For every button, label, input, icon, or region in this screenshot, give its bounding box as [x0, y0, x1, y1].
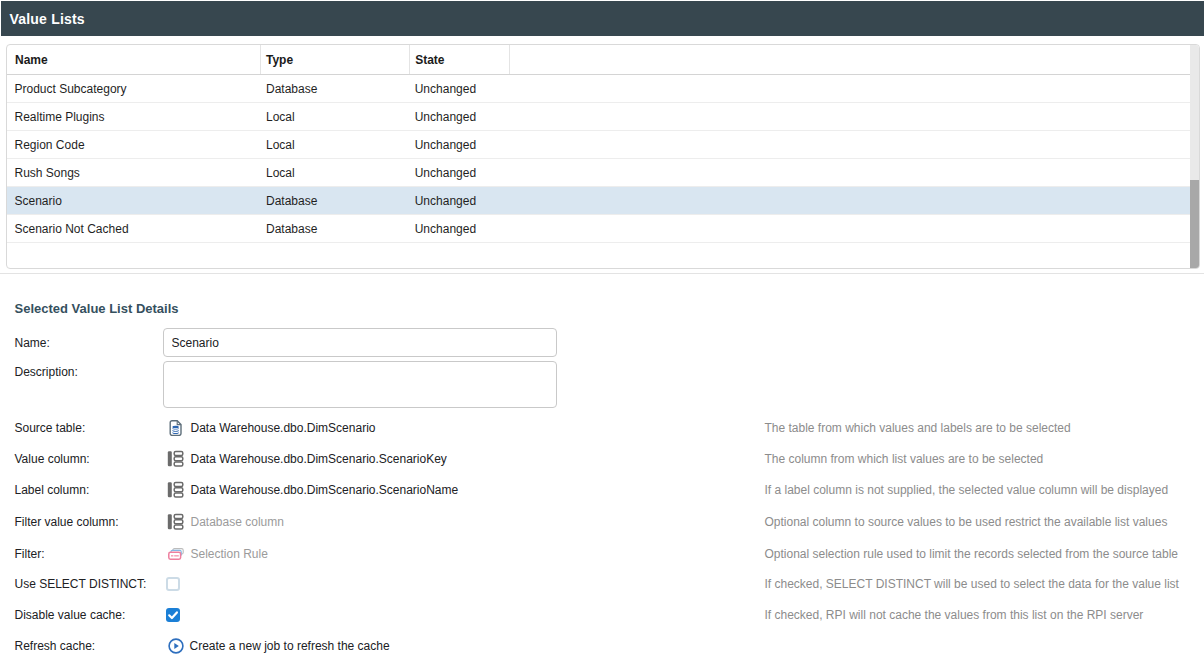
select-distinct-checkbox[interactable] — [166, 577, 180, 591]
form-row-refresh-cache: Refresh cache: Create a new job to refre… — [15, 630, 1204, 661]
table-row[interactable]: Product Subcategory Database Unchanged — [7, 75, 1199, 103]
details-heading: Selected Value List Details — [15, 302, 1204, 316]
cell-name: Realtime Plugins — [7, 103, 260, 130]
column-header-state[interactable]: State — [409, 45, 510, 74]
filter-value-column-help: Optional column to source values to be u… — [765, 515, 1168, 529]
cell-state: Unchanged — [409, 187, 510, 214]
cell-state: Unchanged — [409, 103, 510, 130]
filter-label: Filter: — [15, 547, 163, 561]
label-column-picker[interactable]: Data Warehouse.dbo.DimScenario.ScenarioN… — [163, 481, 765, 498]
table-row[interactable]: Rush Songs Local Unchanged — [7, 159, 1199, 187]
form-row-filter-value-column: Filter value column: Database column Opt… — [15, 506, 1204, 537]
description-label: Description: — [15, 365, 163, 379]
filter-picker[interactable]: Selection Rule — [163, 547, 765, 561]
filter-placeholder: Selection Rule — [191, 547, 268, 561]
name-input[interactable] — [163, 328, 557, 357]
play-circle-icon — [167, 638, 185, 654]
form-row-disable-value-cache: Disable value cache: If checked, RPI wil… — [15, 599, 1204, 630]
description-textarea[interactable] — [163, 361, 557, 408]
column-header-type[interactable]: Type — [260, 45, 409, 74]
panel-title: Value Lists — [10, 11, 85, 27]
table-body: Product Subcategory Database Unchanged R… — [7, 75, 1199, 243]
select-distinct-help: If checked, SELECT DISTINCT will be used… — [765, 577, 1179, 591]
refresh-cache-label: Refresh cache: — [15, 639, 163, 653]
cell-name: Scenario Not Cached — [7, 215, 260, 242]
value-column-value: Data Warehouse.dbo.DimScenario.ScenarioK… — [191, 452, 447, 466]
database-column-icon — [167, 450, 185, 467]
cell-name: Rush Songs — [7, 159, 260, 186]
database-column-icon — [167, 513, 185, 530]
cell-state: Unchanged — [409, 215, 510, 242]
label-column-label: Label column: — [15, 483, 163, 497]
scrollbar-thumb[interactable] — [1190, 180, 1199, 268]
cell-type: Database — [260, 187, 409, 214]
form-row-name: Name: — [15, 328, 1204, 357]
disable-value-cache-label: Disable value cache: — [15, 608, 163, 622]
disable-value-cache-help: If checked, RPI will not cache the value… — [765, 608, 1144, 622]
cell-name: Scenario — [7, 187, 260, 214]
source-table-help: The table from which values and labels a… — [765, 421, 1071, 435]
cell-type: Local — [260, 159, 409, 186]
filter-help: Optional selection rule used to limit th… — [765, 547, 1179, 561]
filter-value-column-placeholder: Database column — [191, 515, 284, 529]
table-header-row: Name Type State — [7, 45, 1199, 75]
label-column-help: If a label column is not supplied, the s… — [765, 483, 1169, 497]
cell-type: Database — [260, 75, 409, 102]
refresh-cache-link[interactable]: Create a new job to refresh the cache — [163, 638, 765, 654]
source-table-label: Source table: — [15, 421, 163, 435]
cell-type: Database — [260, 215, 409, 242]
table-row[interactable]: Region Code Local Unchanged — [7, 131, 1199, 159]
selection-rule-icon — [167, 548, 185, 560]
cell-state: Unchanged — [409, 159, 510, 186]
cell-state: Unchanged — [409, 75, 510, 102]
table-row[interactable]: Realtime Plugins Local Unchanged — [7, 103, 1199, 131]
filter-value-column-picker[interactable]: Database column — [163, 513, 765, 530]
select-distinct-label: Use SELECT DISTINCT: — [15, 577, 163, 591]
source-table-picker[interactable]: Data Warehouse.dbo.DimScenario — [163, 420, 765, 436]
form-row-label-column: Label column: Data Warehouse.dbo.DimScen… — [15, 474, 1204, 505]
panel-title-bar: Value Lists — [1, 1, 1204, 36]
value-lists-table: Name Type State Product Subcategory Data… — [6, 44, 1200, 269]
table-row-selected[interactable]: Scenario Database Unchanged — [7, 187, 1199, 215]
disable-value-cache-checkbox[interactable] — [166, 608, 180, 622]
section-divider — [0, 273, 1204, 274]
cell-type: Local — [260, 131, 409, 158]
filter-value-column-label: Filter value column: — [15, 515, 163, 529]
value-column-label: Value column: — [15, 452, 163, 466]
column-header-filler — [509, 45, 1199, 74]
value-column-picker[interactable]: Data Warehouse.dbo.DimScenario.ScenarioK… — [163, 450, 765, 467]
value-column-help: The column from which list values are to… — [765, 452, 1044, 466]
cell-type: Local — [260, 103, 409, 130]
table-row[interactable]: Scenario Not Cached Database Unchanged — [7, 215, 1199, 243]
selected-value-list-details: Selected Value List Details Name: Descri… — [15, 302, 1204, 661]
name-label: Name: — [15, 336, 163, 350]
cell-name: Product Subcategory — [7, 75, 260, 102]
source-table-value: Data Warehouse.dbo.DimScenario — [191, 421, 376, 435]
label-column-value: Data Warehouse.dbo.DimScenario.ScenarioN… — [191, 483, 459, 497]
database-table-icon — [167, 420, 185, 436]
form-row-source-table: Source table: Data Warehouse.dbo.DimScen… — [15, 412, 1204, 443]
form-row-description: Description: — [15, 361, 1204, 408]
refresh-cache-action-text: Create a new job to refresh the cache — [190, 639, 390, 653]
form-row-value-column: Value column: Data Warehouse.dbo.DimScen… — [15, 443, 1204, 474]
cell-state: Unchanged — [409, 131, 510, 158]
cell-name: Region Code — [7, 131, 260, 158]
form-row-select-distinct: Use SELECT DISTINCT: If checked, SELECT … — [15, 569, 1204, 599]
database-column-icon — [167, 481, 185, 498]
form-row-filter: Filter: Selection Rule Optional selectio… — [15, 538, 1204, 569]
column-header-name[interactable]: Name — [7, 45, 260, 74]
vertical-scrollbar[interactable] — [1190, 45, 1199, 268]
